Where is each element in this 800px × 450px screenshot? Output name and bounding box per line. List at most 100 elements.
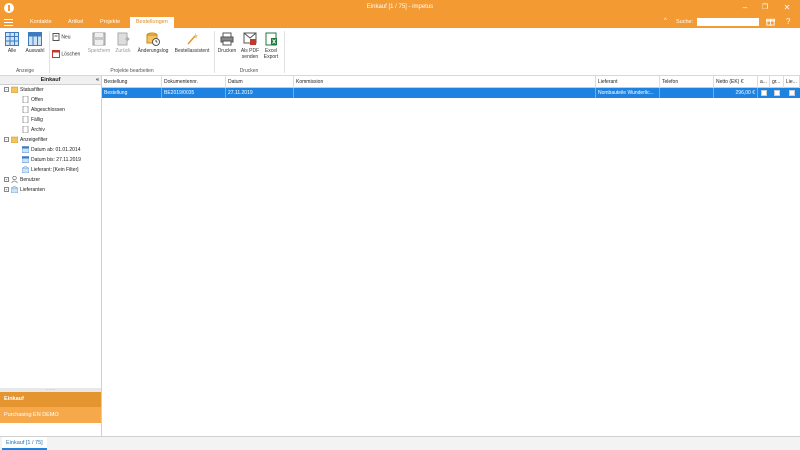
chevron-up-icon[interactable]: ^ xyxy=(664,18,667,24)
tab-artikel[interactable]: Artikel xyxy=(62,17,89,28)
expand-toggle-icon[interactable]: + xyxy=(4,177,9,183)
ribbon-separator xyxy=(214,31,215,73)
minimize-button[interactable]: – xyxy=(738,2,752,14)
speichern-label: Speichern xyxy=(87,48,111,54)
checkbox-a[interactable] xyxy=(761,90,767,96)
column-header-a[interactable]: a... xyxy=(758,76,770,88)
loeschen-label: Löschen xyxy=(61,51,81,58)
neu-button[interactable]: Neu xyxy=(52,33,78,41)
column-header-dokumentennr[interactable]: Dokumentennr. xyxy=(162,76,226,88)
tree-abgeschlossen-label: Abgeschlossen xyxy=(31,107,65,113)
bestellassistent-label: Bestellassistent xyxy=(174,48,210,54)
window-title: Einkauf [1 / 75] - impetus xyxy=(366,4,434,10)
tab-kontakte[interactable]: Kontakte xyxy=(24,17,58,28)
magic-wand-icon xyxy=(187,33,198,45)
menu-icon[interactable] xyxy=(4,19,13,26)
tab-projekte[interactable]: Projekte xyxy=(94,17,126,28)
tree-offen[interactable]: Offen xyxy=(22,96,43,105)
column-header-bestellung[interactable]: Bestellung xyxy=(102,76,162,88)
changelog-icon xyxy=(146,32,160,46)
close-button[interactable]: ✕ xyxy=(780,2,794,14)
nav-purchasing-demo[interactable]: Purchasing EN DEMO xyxy=(0,407,101,423)
search-label: Suche: xyxy=(676,19,694,25)
group-projekte-label: Projekte bearbeiten xyxy=(110,68,154,74)
als-pdf-senden-button[interactable]: Als PDF senden xyxy=(240,32,260,60)
auswahl-button[interactable]: Auswahl xyxy=(24,32,46,54)
help-icon[interactable]: ? xyxy=(786,17,790,26)
tree-statusfilter-label: Statusfilter xyxy=(20,87,44,93)
alle-button[interactable]: Alle xyxy=(4,32,20,54)
nav-einkauf[interactable]: Einkauf xyxy=(0,392,101,407)
speichern-button[interactable]: Speichern xyxy=(87,32,111,54)
tree-archiv-label: Archiv xyxy=(31,127,45,133)
ribbon-separator xyxy=(284,31,285,73)
auswahl-label: Auswahl xyxy=(25,48,45,54)
ribbon-tab-bar: Kontakte Artikel Projekte Bestellungen ^… xyxy=(0,16,800,28)
alle-label: Alle xyxy=(7,48,17,54)
save-icon xyxy=(92,32,106,46)
column-header-datum[interactable]: Datum xyxy=(226,76,294,88)
document-icon xyxy=(22,106,29,114)
user-icon xyxy=(11,176,18,184)
status-bar: Einkauf [1 / 75] xyxy=(0,436,800,450)
column-header-netto[interactable]: Netto (EK) € xyxy=(714,76,758,88)
new-document-icon xyxy=(52,33,60,41)
tree-anzeigefilter-label: Anzeigefilter xyxy=(20,137,48,143)
loeschen-button[interactable]: Löschen xyxy=(52,50,86,58)
tree-lieferant-filter[interactable]: Lieferant: [Kein Filter] xyxy=(22,166,79,175)
nav-footer xyxy=(0,423,101,436)
tree-statusfilter[interactable]: − Statusfilter xyxy=(4,86,44,95)
table-selection-icon xyxy=(28,32,42,46)
aenderungslog-button[interactable]: Änderungslog xyxy=(135,32,171,54)
drucken-label: Drucken xyxy=(217,48,237,54)
bestellassistent-button[interactable]: Bestellassistent xyxy=(172,32,212,54)
tree-datum-bis[interactable]: Datum bis: 27.11.2019 xyxy=(22,156,81,165)
checkbox-gr[interactable] xyxy=(774,90,780,96)
excel-icon xyxy=(265,32,277,46)
tree-archiv[interactable]: Archiv xyxy=(22,126,45,135)
tree-benutzer-label: Benutzer xyxy=(20,177,41,183)
column-header-gr[interactable]: gr... xyxy=(770,76,784,88)
collapse-panel-button[interactable]: « xyxy=(96,76,99,85)
column-header-kommission[interactable]: Kommission xyxy=(294,76,596,88)
tree-datum-bis-label: Datum bis: 27.11.2019 xyxy=(31,157,81,163)
folder-icon xyxy=(11,86,18,94)
tree-lieferant-filter-label: Lieferant: [Kein Filter] xyxy=(31,167,79,173)
maximize-button[interactable]: ❐ xyxy=(758,2,772,14)
neu-label: Neu xyxy=(61,34,71,41)
column-header-lieferant[interactable]: Lieferant xyxy=(596,76,660,88)
tree-benutzer[interactable]: + Benutzer xyxy=(4,176,40,185)
folder-icon xyxy=(11,136,18,144)
tree-datum-ab[interactable]: Datum ab: 01.01.2014 xyxy=(22,146,80,155)
tree-anzeigefilter[interactable]: − Anzeigefilter xyxy=(4,136,48,145)
table-row[interactable]: Bestellung BE2019/0035 27.11.2019 Nombau… xyxy=(102,88,800,98)
printer-icon xyxy=(220,32,234,46)
column-header-telefon[interactable]: Telefon xyxy=(660,76,714,88)
document-icon xyxy=(22,116,29,124)
collapse-toggle-icon[interactable]: − xyxy=(4,137,9,143)
drucken-button[interactable]: Drucken xyxy=(217,32,237,54)
delete-icon xyxy=(52,50,60,58)
expand-toggle-icon[interactable]: + xyxy=(4,187,9,193)
cell-telefon xyxy=(660,88,714,98)
tree-datum-ab-label: Datum ab: 01.01.2014 xyxy=(31,147,81,153)
collapse-toggle-icon[interactable]: − xyxy=(4,87,9,93)
checkbox-lie[interactable] xyxy=(789,90,795,96)
cell-bestellung: Bestellung xyxy=(102,88,162,98)
tree-lieferanten-label: Lieferanten xyxy=(20,187,46,193)
document-tab-einkauf[interactable]: Einkauf [1 / 75] xyxy=(2,437,47,450)
tree-abgeschlossen[interactable]: Abgeschlossen xyxy=(22,106,65,115)
gift-icon[interactable] xyxy=(766,17,775,28)
tree-lieferanten[interactable]: + Lieferanten xyxy=(4,186,45,195)
tab-bestellungen[interactable]: Bestellungen xyxy=(130,17,174,28)
group-drucken-label: Drucken xyxy=(239,68,259,74)
left-panel-title: Einkauf xyxy=(40,77,61,83)
excel-export-button[interactable]: Excel Export xyxy=(262,32,280,60)
column-header-lie[interactable]: Lie... xyxy=(784,76,800,88)
supplier-icon xyxy=(22,166,29,174)
tree-faellig[interactable]: Fällig xyxy=(22,116,43,125)
undo-icon xyxy=(117,32,130,46)
aenderungslog-label: Änderungslog xyxy=(137,48,169,54)
zurueck-button[interactable]: Zurück xyxy=(113,32,133,54)
search-input[interactable] xyxy=(697,18,759,26)
